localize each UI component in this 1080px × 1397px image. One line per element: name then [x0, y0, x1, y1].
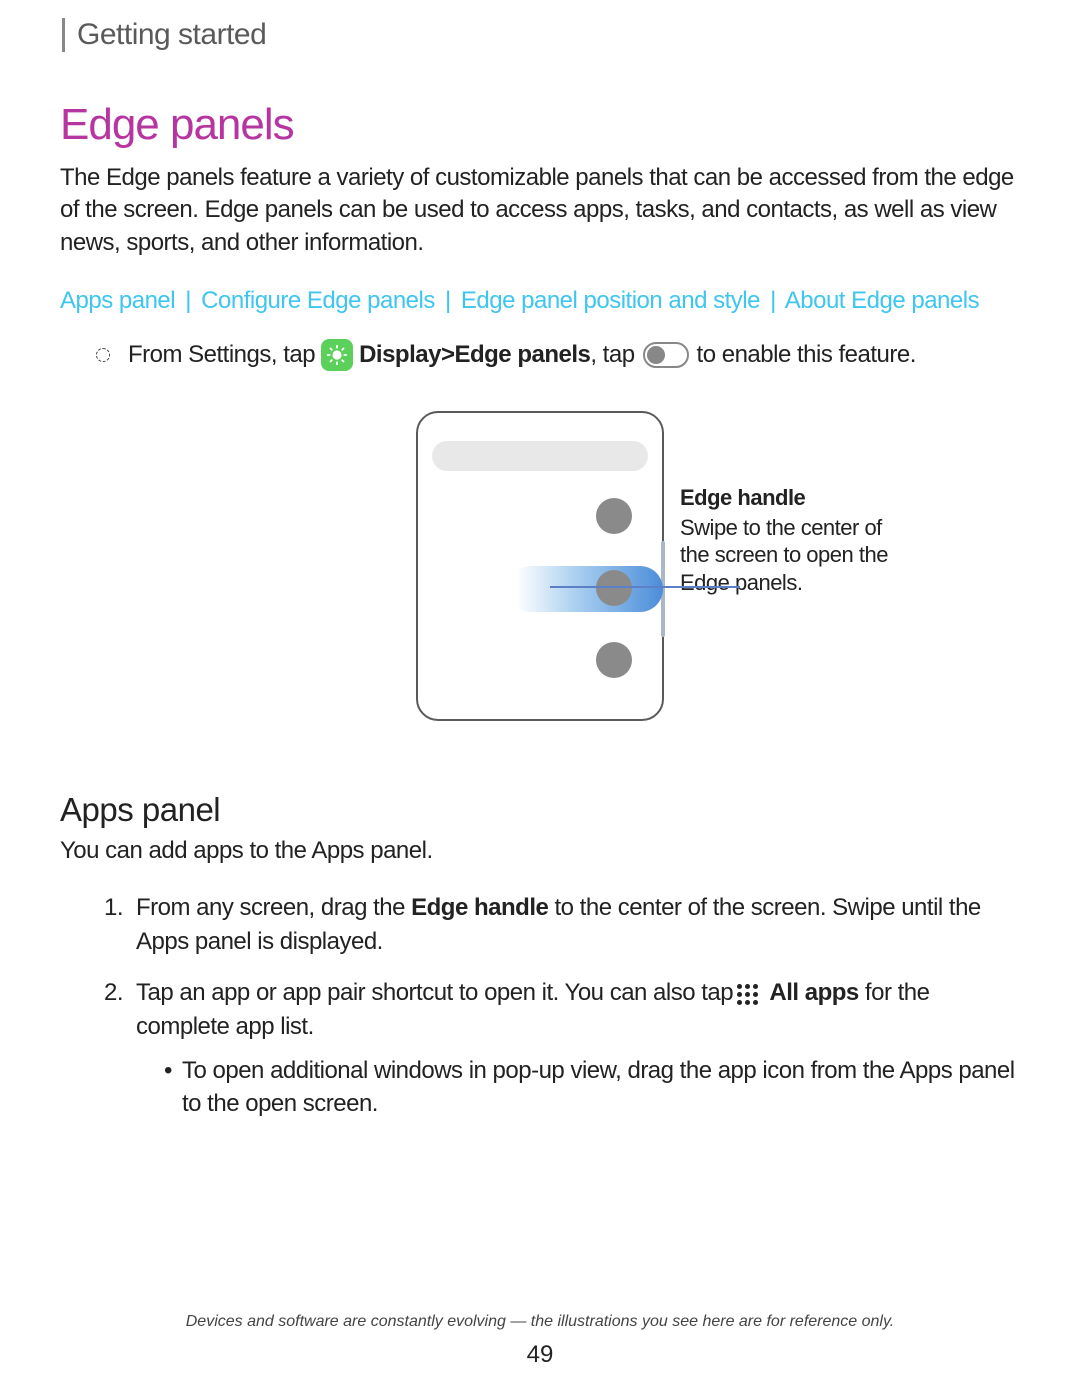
all-apps-grid-icon — [737, 984, 758, 1005]
callout-title: Edge handle — [680, 484, 900, 512]
sub-bullet-dot: • — [164, 1054, 182, 1121]
phone-frame-illustration — [416, 411, 664, 721]
step-bold: All apps — [764, 979, 859, 1006]
page-number: 49 — [0, 1341, 1080, 1369]
link-position[interactable]: Edge panel position and style — [461, 287, 760, 314]
footer: Devices and software are constantly evol… — [0, 1313, 1080, 1369]
steps-list: 1. From any screen, drag the Edge handle… — [60, 891, 1020, 1121]
instruction-prefix: From Settings, tap — [128, 341, 315, 369]
step-body: Tap an app or app pair shortcut to open … — [136, 976, 1020, 1120]
link-separator: | — [445, 287, 451, 314]
sub-bullet-text: To open additional windows in pop-up vie… — [182, 1054, 1020, 1121]
instruction-edge-panels-label: Edge panels — [454, 341, 590, 369]
step-body: From any screen, drag the Edge handle to… — [136, 891, 1020, 958]
page-title: Edge panels — [60, 100, 1020, 150]
link-separator: | — [770, 287, 776, 314]
app-dot-icon — [596, 642, 632, 678]
subsection-title: Apps panel — [60, 791, 1020, 829]
link-separator: | — [185, 287, 191, 314]
step-row: 1. From any screen, drag the Edge handle… — [104, 891, 1020, 958]
section-title: Getting started — [77, 18, 266, 52]
phone-search-bar — [432, 441, 648, 471]
section-header: Getting started — [60, 18, 1020, 52]
swipe-gradient — [508, 566, 663, 612]
footer-note: Devices and software are constantly evol… — [0, 1313, 1080, 1331]
sub-bullet-row: • To open additional windows in pop-up v… — [136, 1054, 1020, 1121]
intro-paragraph: The Edge panels feature a variety of cus… — [60, 162, 1020, 259]
step-row: 2. Tap an app or app pair shortcut to op… — [104, 976, 1020, 1120]
step-text: Tap an app or app pair shortcut to open … — [136, 979, 733, 1006]
instruction-row: From Settings, tap Display > Edge panels… — [60, 339, 1020, 371]
link-apps-panel[interactable]: Apps panel — [60, 287, 175, 314]
subsection-intro: You can add apps to the Apps panel. — [60, 837, 1020, 865]
instruction-mid: , tap — [590, 341, 634, 369]
instruction-suffix: to enable this feature. — [697, 341, 916, 369]
step-number: 1. — [104, 891, 136, 958]
links-row: Apps panel | Configure Edge panels | Edg… — [60, 287, 1020, 315]
connector-line — [550, 586, 740, 588]
callout-box: Edge handle Swipe to the center of the s… — [680, 484, 900, 596]
step-bold: Edge handle — [411, 894, 548, 921]
link-about[interactable]: About Edge panels — [785, 287, 979, 314]
app-dot-icon — [596, 498, 632, 534]
header-bar — [62, 18, 65, 52]
chevron-text: > — [441, 341, 455, 369]
step-number: 2. — [104, 976, 136, 1120]
step-text: From any screen, drag the — [136, 894, 411, 921]
app-dot-icon — [596, 570, 632, 606]
dotted-bullet-icon — [96, 348, 110, 362]
toggle-icon — [643, 342, 689, 368]
callout-text: Swipe to the center of the screen to ope… — [680, 514, 900, 597]
display-icon — [321, 339, 353, 371]
link-configure[interactable]: Configure Edge panels — [201, 287, 435, 314]
instruction-display-label: Display — [359, 341, 441, 369]
